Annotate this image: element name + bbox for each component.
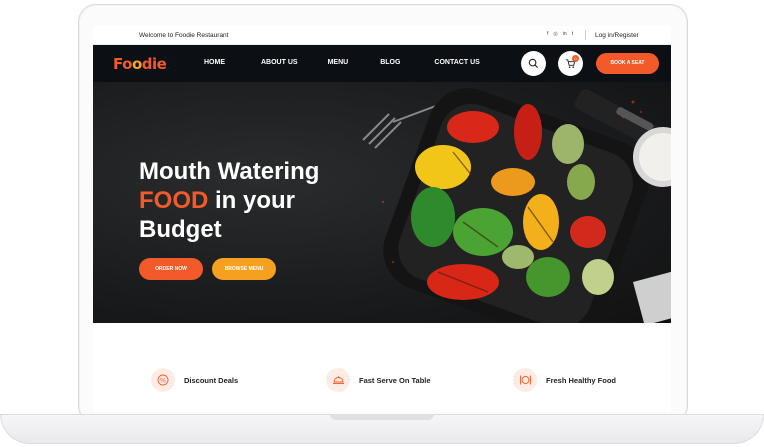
nav-menu: HOME ABOUT US MENU BLOG CONTACT US <box>204 59 480 66</box>
laptop-notch <box>330 414 434 420</box>
hero-accent-word: FOOD <box>139 187 209 214</box>
plate-cutlery-icon <box>513 368 537 392</box>
nav-item-home[interactable]: HOME <box>204 59 225 66</box>
hero-line-2: FOOD in your <box>139 186 319 215</box>
feature-label: Fast Serve On Table <box>359 375 431 385</box>
nav-item-blog[interactable]: BLOG <box>380 59 400 66</box>
logo-text-accent: o <box>131 55 142 73</box>
feature-label: Discount Deals <box>184 375 239 385</box>
feature-discount-deals: % Discount Deals <box>151 368 238 392</box>
features-strip: % Discount Deals Fast Serve On Table Fre… <box>93 323 671 412</box>
linkedin-icon[interactable]: in <box>563 31 567 37</box>
logo[interactable]: Foodie <box>113 55 167 73</box>
feature-fresh-food: Fresh Healthy Food <box>513 368 616 392</box>
hero-headline: Mouth Watering FOOD in your Budget <box>139 157 319 244</box>
search-button[interactable] <box>521 51 546 76</box>
welcome-text: Welcome to Foodie Restaurant <box>139 32 229 39</box>
discount-icon: % <box>151 368 175 392</box>
hero-line-1: Mouth Watering <box>139 158 320 185</box>
svg-text:%: % <box>160 377 166 385</box>
hero-line-3: Budget <box>139 216 222 243</box>
divider <box>585 30 586 40</box>
search-icon <box>528 58 539 69</box>
order-now-button[interactable]: ORDER NOW <box>139 258 203 280</box>
grilled-vegetables-pan-image <box>362 88 671 323</box>
cloche-icon <box>326 368 350 392</box>
logo-text-start: Fo <box>113 55 132 73</box>
hero-line-2-rest: in your <box>208 187 295 214</box>
feature-label: Fresh Healthy Food <box>546 375 617 385</box>
social-links: f ◎ in t <box>547 31 573 37</box>
website-screen: Welcome to Foodie Restaurant f ◎ in t Lo… <box>93 26 671 412</box>
feature-fast-serve: Fast Serve On Table <box>326 368 431 392</box>
logo-text-end: die <box>141 55 167 73</box>
main-nav: Foodie HOME ABOUT US MENU BLOG CONTACT U… <box>93 45 671 82</box>
nav-item-menu[interactable]: MENU <box>328 59 349 66</box>
twitter-icon[interactable]: t <box>572 31 573 37</box>
login-register-link[interactable]: Log in/Register <box>595 32 639 39</box>
cart-button[interactable]: 0 <box>558 51 583 76</box>
instagram-icon[interactable]: ◎ <box>553 31 557 37</box>
laptop-mockup: Welcome to Foodie Restaurant f ◎ in t Lo… <box>0 0 764 447</box>
top-bar: Welcome to Foodie Restaurant f ◎ in t Lo… <box>93 26 671 45</box>
book-a-seat-button[interactable]: BOOK A SEAT <box>596 53 659 74</box>
browse-menu-button[interactable]: BROWSE MENU <box>212 258 276 280</box>
facebook-icon[interactable]: f <box>547 31 548 37</box>
nav-item-about[interactable]: ABOUT US <box>261 59 298 66</box>
cart-count-badge: 0 <box>572 55 579 62</box>
nav-item-contact[interactable]: CONTACT US <box>434 59 479 66</box>
hero-section: Mouth Watering FOOD in your Budget ORDER… <box>93 82 671 323</box>
